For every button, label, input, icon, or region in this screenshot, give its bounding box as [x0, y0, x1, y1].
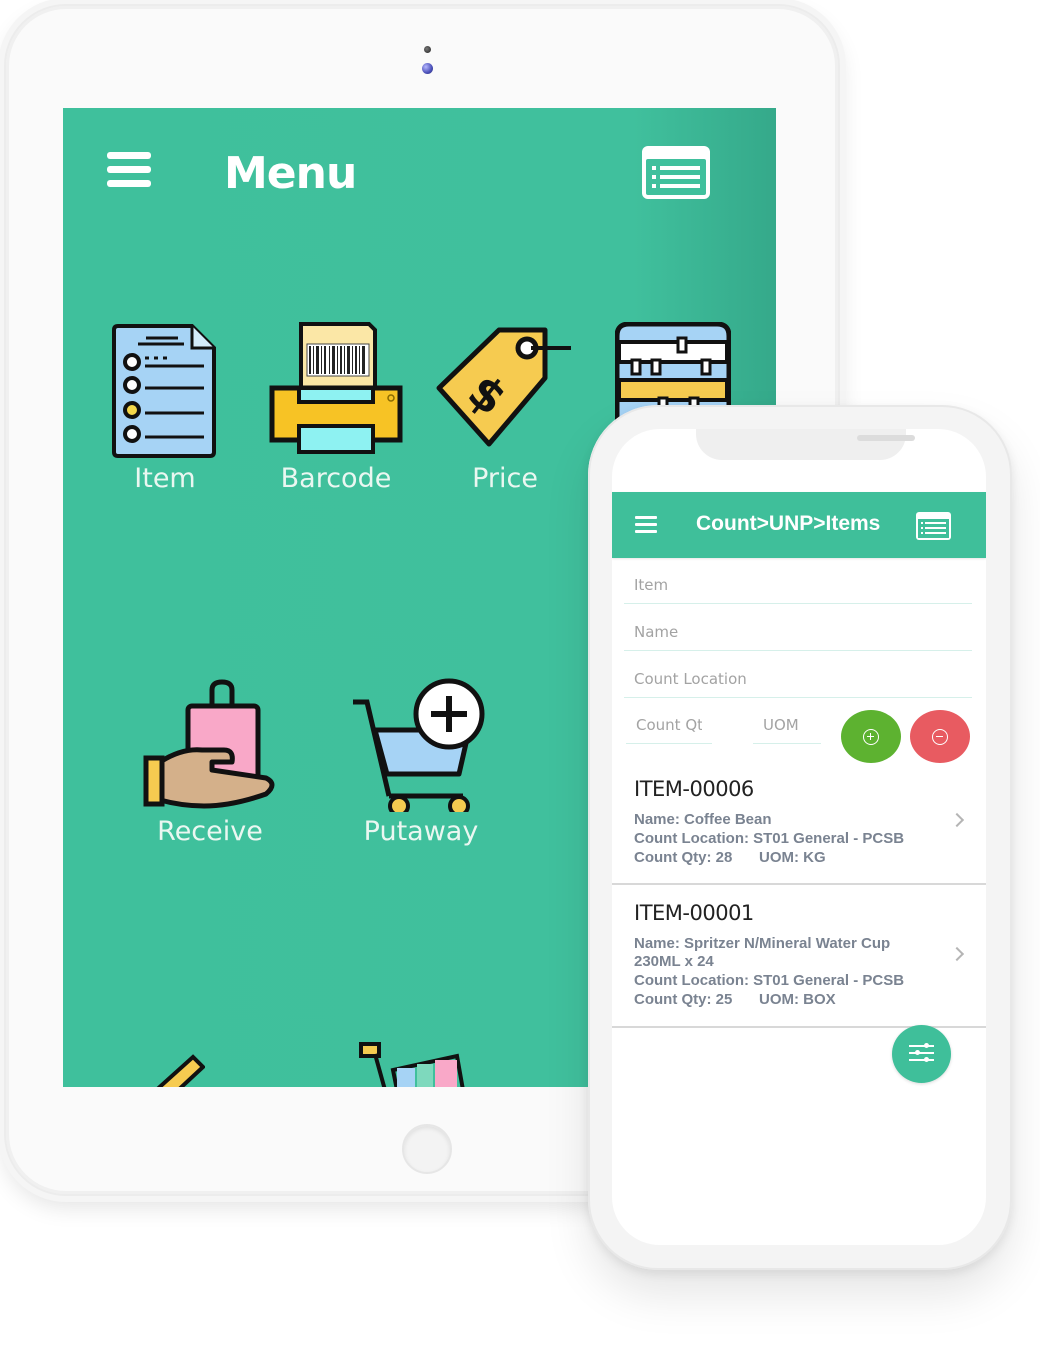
flag-chart-icon: [359, 1042, 465, 1087]
minus-circle-icon: [932, 728, 948, 745]
phone-header: Count>UNP>Items: [612, 492, 986, 558]
menu-tile-label: Item: [134, 463, 196, 494]
menu-tile-barcode[interactable]: Barcode: [256, 322, 416, 494]
menu-tile-label: Price: [472, 463, 538, 494]
tablet-sensor: [424, 46, 431, 53]
chevron-right-icon: [949, 946, 965, 962]
menu-tile-receive[interactable]: Receive: [130, 678, 290, 847]
count-qty-input[interactable]: [626, 706, 712, 744]
barcode-printer-icon: [269, 322, 403, 454]
list-view-icon[interactable]: [642, 146, 710, 199]
item-name: Name: Coffee Bean: [634, 811, 772, 828]
item-uom: UOM: KG: [759, 849, 826, 866]
tablet-camera-icon: [422, 63, 433, 74]
remove-button[interactable]: [910, 710, 970, 763]
plus-circle-icon: [863, 728, 879, 745]
uom-input[interactable]: [753, 706, 821, 744]
chevron-right-icon: [949, 812, 965, 828]
item-uom: UOM: BOX: [759, 991, 836, 1008]
count-location-input[interactable]: [624, 660, 972, 698]
item-name: Name: Spritzer N/Mineral Water Cup: [634, 935, 891, 952]
breadcrumb-title: Count>UNP>Items: [696, 512, 881, 535]
item-qty: Count Qty: 25: [634, 991, 733, 1008]
menu-tile-putaway[interactable]: Putaway: [341, 678, 501, 847]
list-item[interactable]: ITEM-00006 Name: Coffee Bean Count Locat…: [612, 765, 986, 885]
tablet-home-button[interactable]: [402, 1124, 452, 1174]
phone-device: Count>UNP>Items ITEM-00006 Name: Coffee …: [588, 405, 1012, 1270]
filter-button[interactable]: [892, 1025, 951, 1083]
menu-tile-label: Putaway: [363, 816, 479, 847]
document-list-icon: [112, 324, 216, 458]
ruler-icon: [156, 1054, 205, 1087]
phone-speaker: [857, 435, 915, 441]
phone-screen: Count>UNP>Items ITEM-00006 Name: Coffee …: [612, 429, 986, 1245]
add-button[interactable]: [841, 710, 901, 763]
menu-tile-price[interactable]: $ Price: [425, 322, 585, 494]
hamburger-icon[interactable]: [107, 152, 151, 188]
phone-notch: [696, 429, 915, 460]
item-qty: Count Qty: 28: [634, 849, 733, 866]
menu-tile-item[interactable]: Item: [85, 322, 245, 494]
list-item[interactable]: ITEM-00001 Name: Spritzer N/Mineral Wate…: [612, 885, 986, 1028]
hand-bag-icon: [143, 679, 275, 809]
price-tag-icon: $: [436, 327, 571, 447]
item-name-cont: 230ML x 24: [634, 953, 714, 970]
tablet-header: Menu: [63, 108, 776, 248]
item-code: ITEM-00001: [634, 901, 754, 925]
hamburger-icon[interactable]: [635, 516, 657, 533]
page-title: Menu: [224, 148, 357, 199]
cart-add-icon: [353, 678, 485, 812]
item-location: Count Location: ST01 General - PCSB: [634, 972, 905, 989]
menu-tile-label: Receive: [157, 816, 263, 847]
item-code: ITEM-00006: [634, 777, 754, 801]
item-input[interactable]: [624, 566, 972, 604]
list-view-icon[interactable]: [916, 512, 951, 540]
name-input[interactable]: [624, 613, 972, 651]
item-location: Count Location: ST01 General - PCSB: [634, 830, 905, 847]
menu-tile-label: Barcode: [280, 463, 392, 494]
